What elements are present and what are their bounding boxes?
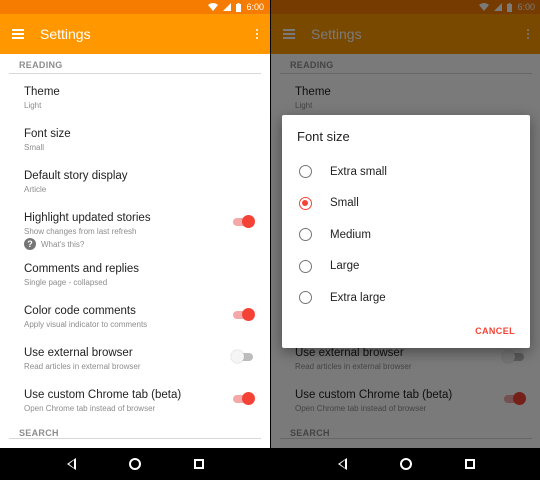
help-text: What's this? bbox=[41, 239, 85, 249]
settings-list: READING Theme Light Font size Small Defa… bbox=[0, 54, 270, 448]
recents-icon[interactable] bbox=[193, 459, 204, 469]
settings-screen: 6:00 Settings READING Theme Light Font s… bbox=[0, 0, 270, 480]
battery-icon bbox=[236, 2, 242, 12]
radio-button[interactable] bbox=[299, 291, 312, 305]
settings-screen-with-dialog: 6:00 Settings READING Theme Light Font s… bbox=[271, 0, 540, 480]
highlight-toggle-switch[interactable] bbox=[233, 215, 255, 228]
option-extra-large[interactable]: Extra large bbox=[282, 282, 530, 314]
status-bar: 6:00 bbox=[0, 0, 270, 14]
setting-color-code-comments[interactable]: Color code comments Apply visual indicat… bbox=[0, 293, 270, 335]
navigation-bar bbox=[271, 448, 540, 480]
help-icon: ? bbox=[24, 238, 36, 250]
setting-title: Theme bbox=[24, 86, 60, 98]
radio-button-selected[interactable] bbox=[299, 196, 312, 210]
setting-title: Default story display bbox=[24, 170, 128, 182]
clock: 6:00 bbox=[246, 2, 264, 12]
page-title: Settings bbox=[40, 26, 91, 42]
navigation-bar bbox=[0, 448, 270, 480]
option-label: Large bbox=[330, 260, 360, 273]
color-code-toggle-switch[interactable] bbox=[233, 308, 255, 321]
radio-button[interactable] bbox=[299, 165, 312, 179]
setting-summary: Small bbox=[24, 143, 45, 152]
setting-summary: Read articles in external browser bbox=[24, 362, 141, 371]
chrome-tab-toggle-switch[interactable] bbox=[233, 392, 255, 405]
setting-highlight-updated-stories[interactable]: Highlight updated stories Show changes f… bbox=[0, 200, 270, 237]
help-link[interactable]: ? What's this? bbox=[0, 237, 270, 251]
overflow-menu-icon[interactable] bbox=[256, 27, 258, 41]
setting-default-story-display[interactable]: Default story display Article bbox=[0, 158, 270, 200]
screenshot-pair: 6:00 Settings READING Theme Light Font s… bbox=[0, 0, 540, 480]
option-label: Extra large bbox=[330, 291, 386, 304]
app-bar: Settings bbox=[0, 14, 270, 54]
signal-icon bbox=[223, 3, 232, 11]
setting-summary: Single page - collapsed bbox=[24, 278, 108, 287]
setting-summary: Show changes from last refresh bbox=[24, 227, 137, 236]
wifi-icon bbox=[208, 3, 219, 11]
option-label: Small bbox=[330, 197, 359, 210]
font-size-dialog: Font size Extra small Small Medium Large… bbox=[282, 115, 530, 348]
setting-title: Font size bbox=[24, 128, 71, 140]
home-icon[interactable] bbox=[128, 458, 141, 470]
back-icon[interactable] bbox=[337, 458, 347, 470]
divider bbox=[9, 438, 261, 439]
setting-theme[interactable]: Theme Light bbox=[0, 74, 270, 116]
radio-button[interactable] bbox=[299, 228, 312, 242]
setting-title: Comments and replies bbox=[24, 263, 140, 275]
setting-summary: Light bbox=[24, 101, 42, 110]
option-label: Extra small bbox=[330, 165, 387, 178]
section-header-search: SEARCH bbox=[19, 428, 59, 438]
setting-summary: Apply visual indicator to comments bbox=[24, 320, 148, 329]
option-small[interactable]: Small bbox=[282, 188, 530, 220]
setting-summary: Article bbox=[24, 185, 47, 194]
setting-custom-chrome-tab[interactable]: Use custom Chrome tab (beta) Open Chrome… bbox=[0, 377, 270, 419]
external-browser-toggle-switch[interactable] bbox=[231, 350, 253, 363]
dialog-title: Font size bbox=[297, 129, 350, 144]
radio-button[interactable] bbox=[299, 259, 312, 273]
setting-comments-and-replies[interactable]: Comments and replies Single page - colla… bbox=[0, 251, 270, 293]
setting-summary: Open Chrome tab instead of browser bbox=[24, 404, 156, 413]
cancel-button[interactable]: CANCEL bbox=[475, 326, 515, 336]
hamburger-menu-icon[interactable] bbox=[12, 27, 24, 41]
option-extra-small[interactable]: Extra small bbox=[282, 156, 530, 188]
back-icon[interactable] bbox=[66, 458, 76, 470]
option-medium[interactable]: Medium bbox=[282, 219, 530, 251]
recents-icon[interactable] bbox=[464, 459, 475, 469]
option-large[interactable]: Large bbox=[282, 251, 530, 283]
setting-use-external-browser[interactable]: Use external browser Read articles in ex… bbox=[0, 335, 270, 377]
section-header-reading: READING bbox=[19, 60, 63, 70]
option-label: Medium bbox=[330, 228, 371, 241]
home-icon[interactable] bbox=[399, 458, 412, 470]
setting-font-size[interactable]: Font size Small bbox=[0, 116, 270, 158]
